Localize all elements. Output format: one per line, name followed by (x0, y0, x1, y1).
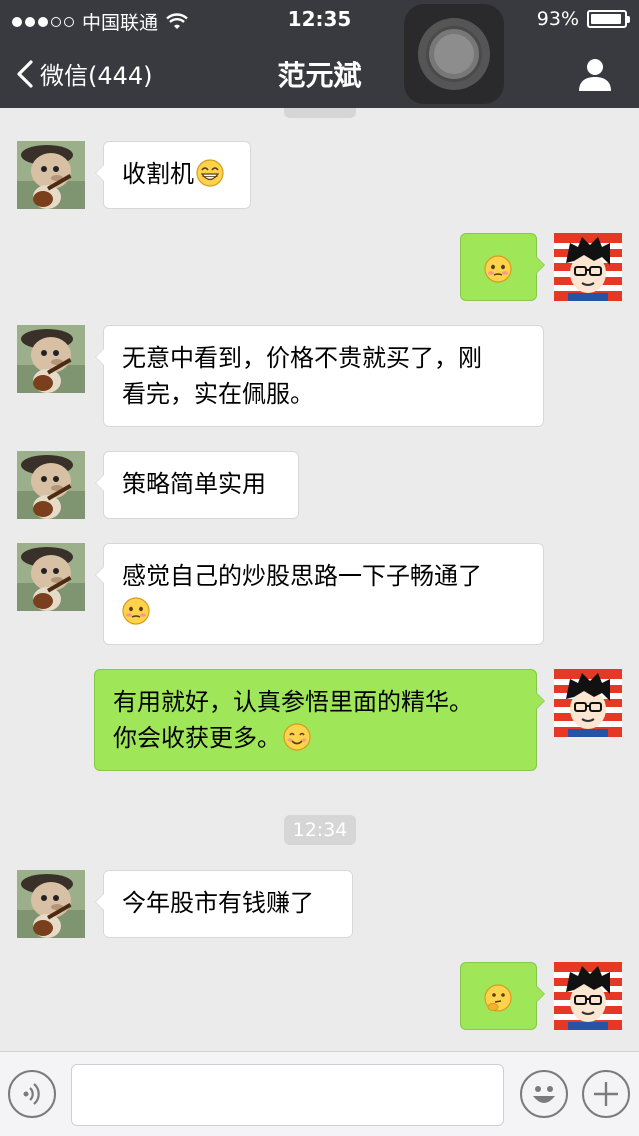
top-bar: 中国联通 12:35 93% 微信(444) 范元斌 (0, 0, 639, 108)
plus-icon (594, 1082, 618, 1106)
contact-avatar[interactable] (17, 543, 85, 611)
more-button[interactable] (582, 1070, 630, 1118)
user-avatar[interactable] (554, 962, 622, 1030)
nav-bar: 微信(444) 范元斌 (0, 40, 639, 108)
message-text: 今年股市有钱赚了 (122, 889, 314, 917)
smile-emoji-icon (283, 723, 311, 751)
message-bubble[interactable]: 感觉自己的炒股思路一下子畅通了 (95, 543, 544, 645)
message-text-line: 看完，实在佩服。 (122, 380, 314, 408)
message-text: 收割机 (122, 160, 194, 188)
blush-emoji-icon (122, 597, 150, 625)
message-input[interactable] (71, 1064, 504, 1126)
message-text-line: 无意中看到，价格不贵就买了，刚 (122, 344, 482, 372)
message-text-line: 你会收获更多。 (113, 724, 281, 752)
battery-fill (591, 14, 621, 24)
user-avatar[interactable] (554, 669, 622, 737)
contact-avatar[interactable] (17, 451, 85, 519)
voice-icon (23, 1083, 40, 1105)
battery-icon (587, 10, 630, 28)
contact-avatar[interactable] (17, 870, 85, 938)
assistive-touch-button[interactable] (404, 4, 504, 104)
input-bar (0, 1051, 639, 1136)
message-bubble[interactable]: 无意中看到，价格不贵就买了，刚 看完，实在佩服。 (95, 325, 544, 427)
message-bubble[interactable]: 策略简单实用 (95, 451, 299, 519)
message-bubble[interactable]: 今年股市有钱赚了 (95, 870, 353, 938)
status-right: 93% (536, 8, 630, 30)
message-bubble[interactable] (460, 962, 545, 1030)
message-bubble[interactable]: 收割机 (95, 141, 251, 209)
message-text-line: 感觉自己的炒股思路一下子畅通了 (122, 562, 482, 590)
message-text: 策略简单实用 (122, 470, 266, 498)
emoji-face-icon (533, 1086, 555, 1103)
person-icon[interactable] (575, 54, 615, 94)
contact-avatar[interactable] (17, 325, 85, 393)
message-text-line: 有用就好，认真参悟里面的精华。 (113, 688, 473, 716)
emoji-button[interactable] (520, 1070, 568, 1118)
thinking-emoji-icon (484, 984, 512, 1012)
contact-avatar[interactable] (17, 141, 85, 209)
blush-emoji-icon (484, 255, 512, 283)
message-bubble[interactable] (460, 233, 545, 301)
user-avatar[interactable] (554, 233, 622, 301)
status-bar: 中国联通 12:35 93% (0, 0, 639, 40)
timestamp-partial (284, 108, 356, 118)
grin-emoji-icon (196, 159, 224, 187)
chat-timestamp: 12:34 (284, 815, 356, 845)
page-title: 范元斌 (277, 59, 362, 92)
voice-input-button[interactable] (8, 1070, 56, 1118)
message-bubble[interactable]: 有用就好，认真参悟里面的精华。 你会收获更多。 (94, 669, 545, 771)
battery-percent: 93% (536, 8, 579, 30)
